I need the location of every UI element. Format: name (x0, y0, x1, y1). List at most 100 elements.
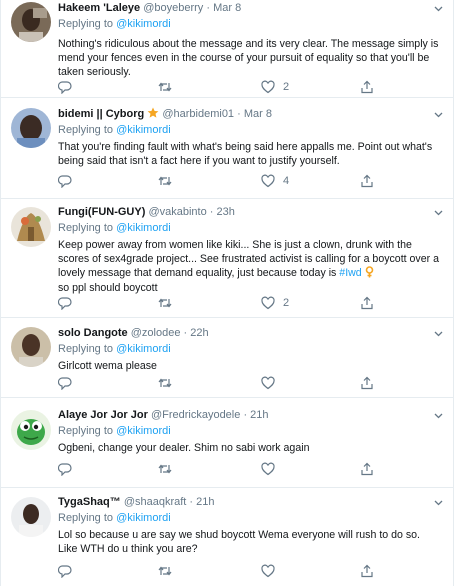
mention-link[interactable]: @kikimordi (116, 124, 171, 136)
avatar[interactable] (11, 207, 51, 247)
replying-to: Replying to @kikimordi (58, 221, 441, 235)
separator-dot: · (209, 206, 214, 218)
user-handle[interactable]: @harbidemi01 (162, 108, 234, 120)
user-handle[interactable]: @boyeberry (143, 2, 203, 14)
timestamp[interactable]: 22h (190, 327, 208, 339)
retweet-button[interactable] (158, 376, 172, 390)
tweet[interactable]: solo Dangote @zolodee · 22h Replying to … (1, 318, 453, 398)
reply-icon (58, 81, 72, 94)
like-button[interactable] (261, 564, 275, 578)
mention-link[interactable]: @kikimordi (116, 425, 171, 437)
like-button[interactable]: 4 (261, 174, 289, 188)
reply-icon (58, 463, 72, 476)
separator-dot: · (183, 327, 188, 339)
chevron-down-icon[interactable] (434, 208, 443, 219)
replying-to: Replying to @kikimordi (58, 17, 441, 31)
share-button[interactable] (360, 174, 374, 188)
like-count: 4 (283, 175, 290, 187)
replying-to: Replying to @kikimordi (58, 511, 441, 525)
share-icon (361, 462, 373, 476)
heart-icon (261, 462, 275, 476)
reply-button[interactable] (58, 376, 72, 390)
retweet-button[interactable] (158, 80, 172, 94)
retweet-icon (158, 82, 172, 92)
heart-icon (261, 174, 275, 188)
replying-to-label: Replying to (58, 222, 114, 234)
retweet-button[interactable] (158, 462, 172, 476)
timestamp[interactable]: Mar 8 (213, 2, 241, 14)
share-button[interactable] (360, 80, 374, 94)
display-name[interactable]: solo Dangote (58, 327, 128, 339)
reply-button[interactable] (58, 174, 72, 188)
reply-button[interactable] (58, 462, 72, 476)
user-handle[interactable]: @shaaqkraft (124, 496, 187, 508)
replying-to-label: Replying to (58, 425, 114, 437)
timestamp[interactable]: 23h (217, 206, 235, 218)
mention-link[interactable]: @kikimordi (116, 18, 171, 30)
timestamp[interactable]: Mar 8 (244, 108, 272, 120)
chevron-down-icon[interactable] (434, 329, 443, 340)
chevron-down-icon[interactable] (434, 110, 443, 121)
retweet-icon (158, 464, 172, 474)
mention-link[interactable]: @kikimordi (116, 512, 171, 524)
share-button[interactable] (360, 296, 374, 310)
replying-to: Replying to @kikimordi (58, 123, 441, 137)
user-handle[interactable]: @Fredrickayodele (151, 409, 240, 421)
like-count: 2 (283, 81, 290, 93)
mention-link[interactable]: @kikimordi (116, 222, 171, 234)
like-button[interactable]: 2 (261, 80, 289, 94)
tweet-header: TygaShaq™ @shaaqkraft · 21h (58, 495, 441, 509)
chevron-down-icon[interactable] (434, 4, 443, 15)
share-icon (361, 80, 373, 94)
retweet-button[interactable] (158, 296, 172, 310)
like-button[interactable] (261, 376, 275, 390)
user-handle[interactable]: @vakabinto (148, 206, 206, 218)
share-button[interactable] (360, 564, 374, 578)
tweet[interactable]: Alaye Jor Jor Jor @Fredrickayodele · 21h… (1, 398, 453, 488)
tweet-header: bidemi || Cyborg @harbidemi01 · Mar 8 (58, 107, 441, 121)
hashtag-link[interactable]: #Iwd (339, 267, 361, 279)
timestamp[interactable]: 21h (196, 496, 214, 508)
reply-button[interactable] (58, 296, 72, 310)
tweet[interactable]: Fungi(FUN-GUY) @vakabinto · 23h Replying… (1, 199, 453, 318)
avatar[interactable] (11, 410, 51, 450)
avatar[interactable] (11, 497, 51, 537)
replying-to-label: Replying to (58, 124, 114, 136)
reply-button[interactable] (58, 80, 72, 94)
woman-symbol-emoji (365, 266, 373, 278)
like-button[interactable] (261, 462, 275, 476)
mention-link[interactable]: @kikimordi (116, 343, 171, 355)
avatar[interactable] (11, 327, 51, 367)
display-name[interactable]: Hakeem 'Laleye (58, 2, 140, 14)
display-name[interactable]: bidemi || Cyborg (58, 108, 144, 120)
reply-icon (58, 297, 72, 310)
retweet-button[interactable] (158, 564, 172, 578)
reply-button[interactable] (58, 564, 72, 578)
display-name[interactable]: Fungi(FUN-GUY) (58, 206, 145, 218)
chevron-down-icon[interactable] (434, 411, 443, 422)
display-name[interactable]: TygaShaq™ (58, 496, 121, 508)
tweet[interactable]: bidemi || Cyborg @harbidemi01 · Mar 8 Re… (1, 98, 453, 199)
tweet-text: Lol so because u are say we shud boycott… (58, 529, 420, 556)
tweet-text: Ogbeni, change your dealer. Shim no sabi… (58, 442, 310, 454)
avatar[interactable] (11, 108, 51, 148)
reply-icon (58, 377, 72, 390)
replying-to: Replying to @kikimordi (58, 424, 441, 438)
share-button[interactable] (360, 462, 374, 476)
chevron-down-icon[interactable] (434, 498, 443, 509)
share-button[interactable] (360, 376, 374, 390)
like-button[interactable]: 2 (261, 296, 289, 310)
tweet-text-part: so ppl should boycott (58, 281, 158, 294)
user-handle[interactable]: @zolodee (131, 327, 181, 339)
tweet-text: Keep power away from women like kiki... … (58, 238, 441, 295)
like-count: 2 (283, 297, 290, 309)
display-name[interactable]: Alaye Jor Jor Jor (58, 409, 148, 421)
avatar[interactable] (11, 2, 51, 42)
tweet-text: Girlcott wema please (58, 360, 157, 372)
retweet-button[interactable] (158, 174, 172, 188)
tweet[interactable]: TygaShaq™ @shaaqkraft · 21h Replying to … (1, 488, 453, 586)
tweet-header: solo Dangote @zolodee · 22h (58, 326, 441, 340)
separator-dot: · (237, 108, 241, 120)
timestamp[interactable]: 21h (250, 409, 268, 421)
tweet[interactable]: Hakeem 'Laleye @boyeberry · Mar 8 Replyi… (1, 0, 453, 98)
